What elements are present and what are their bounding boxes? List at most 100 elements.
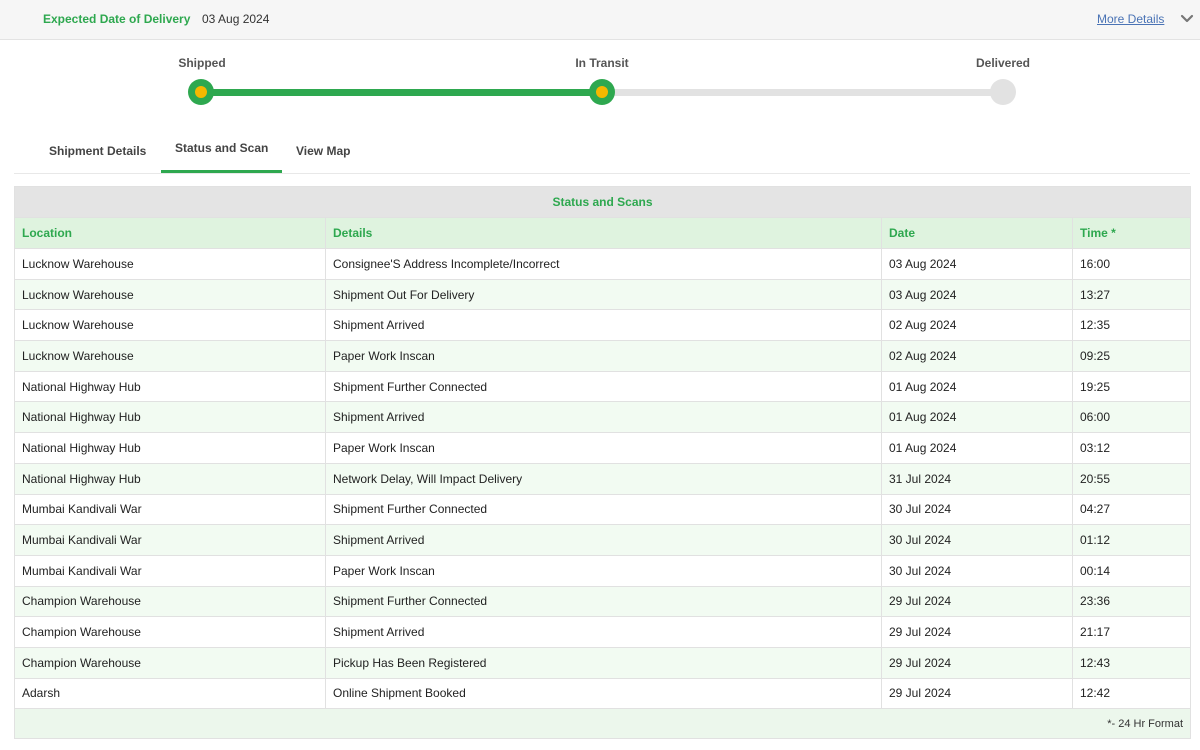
table-row: National Highway Hub Shipment Further Con… [14, 370, 1191, 403]
cell-details: Shipment Arrived [325, 616, 882, 648]
table-footer-row: *- 24 Hr Format [14, 708, 1191, 740]
cell-location: Mumbai Kandivali War [14, 524, 326, 556]
cell-details: Shipment Further Connected [325, 370, 882, 403]
table-row: Mumbai Kandivali War Shipment Further Con… [14, 493, 1191, 526]
cell-details: Shipment Arrived [325, 401, 882, 434]
cell-location: Mumbai Kandivali War [14, 554, 326, 587]
cell-location: National Highway Hub [14, 401, 326, 434]
table-row: Lucknow Warehouse Consignee'S Address Inc… [14, 248, 1191, 280]
cell-location: National Highway Hub [14, 432, 326, 464]
tab-shipment-details[interactable]: Shipment Details [14, 128, 160, 173]
table-body: Lucknow Warehouse Consignee'S Address Inc… [14, 248, 1191, 710]
column-header-location: Location [14, 217, 326, 249]
cell-time: 03:12 [1072, 432, 1191, 464]
cell-details: Shipment Out For Delivery [325, 278, 882, 311]
cell-details: Paper Work Inscan [325, 432, 882, 464]
cell-location: Lucknow Warehouse [14, 278, 326, 311]
cell-time: 06:00 [1072, 401, 1191, 434]
tab-status-and-scan[interactable]: Status and Scan [161, 128, 282, 173]
cell-time: 13:27 [1072, 278, 1191, 311]
stage-label-delivered: Delivered [975, 56, 1031, 70]
cell-time: 19:25 [1072, 370, 1191, 403]
table-row: Mumbai Kandivali War Paper Work Inscan 30 … [14, 554, 1191, 587]
cell-date: 02 Aug 2024 [881, 309, 1073, 342]
cell-date: 29 Jul 2024 [881, 646, 1073, 679]
expected-delivery-date: 03 Aug 2024 [202, 12, 270, 26]
column-header-date: Date [881, 217, 1073, 249]
cell-date: 03 Aug 2024 [881, 278, 1073, 311]
cell-details: Online Shipment Booked [325, 677, 882, 710]
tracking-page: Expected Date of Delivery 03 Aug 2024 Mo… [0, 0, 1200, 750]
table-caption: Status and Scans [14, 186, 1191, 217]
more-details-link[interactable]: More Details [1097, 12, 1164, 26]
cell-date: 30 Jul 2024 [881, 493, 1073, 526]
expected-delivery-label: Expected Date of Delivery [43, 12, 191, 26]
cell-time: 00:14 [1072, 554, 1191, 587]
time-format-note: *- 24 Hr Format [14, 708, 1191, 740]
cell-location: Adarsh [14, 677, 326, 710]
tab-bar: Shipment Details Status and Scan View Ma… [14, 128, 1190, 174]
cell-location: Lucknow Warehouse [14, 309, 326, 342]
cell-date: 01 Aug 2024 [881, 401, 1073, 434]
cell-details: Paper Work Inscan [325, 554, 882, 587]
table-row: National Highway Hub Paper Work Inscan 01 … [14, 432, 1191, 464]
stage-node-in-transit [589, 79, 615, 105]
table-header-row: Location Details Date Time * [14, 217, 1191, 249]
table-row: Mumbai Kandivali War Shipment Arrived 30 J… [14, 524, 1191, 556]
cell-time: 12:43 [1072, 646, 1191, 679]
cell-details: Network Delay, Will Impact Delivery [325, 462, 882, 495]
delivery-summary-bar: Expected Date of Delivery 03 Aug 2024 Mo… [0, 0, 1200, 40]
cell-location: National Highway Hub [14, 370, 326, 403]
tab-label: View Map [296, 144, 351, 158]
cell-details: Shipment Arrived [325, 524, 882, 556]
cell-date: 01 Aug 2024 [881, 370, 1073, 403]
cell-time: 21:17 [1072, 616, 1191, 648]
cell-time: 12:42 [1072, 677, 1191, 710]
cell-date: 02 Aug 2024 [881, 340, 1073, 372]
cell-date: 01 Aug 2024 [881, 432, 1073, 464]
table-row: Lucknow Warehouse Shipment Out For Delive… [14, 278, 1191, 311]
cell-time: 04:27 [1072, 493, 1191, 526]
cell-time: 01:12 [1072, 524, 1191, 556]
stage-node-shipped [188, 79, 214, 105]
cell-date: 31 Jul 2024 [881, 462, 1073, 495]
stage-label-in-transit: In Transit [575, 56, 629, 70]
cell-date: 30 Jul 2024 [881, 554, 1073, 587]
cell-details: Consignee'S Address Incomplete/Incorrect [325, 248, 882, 280]
cell-location: Champion Warehouse [14, 616, 326, 648]
column-header-details: Details [325, 217, 882, 249]
table-row: Lucknow Warehouse Paper Work Inscan 02 Aug… [14, 340, 1191, 372]
cell-date: 29 Jul 2024 [881, 616, 1073, 648]
cell-date: 29 Jul 2024 [881, 585, 1073, 618]
cell-time: 16:00 [1072, 248, 1191, 280]
cell-location: Lucknow Warehouse [14, 248, 326, 280]
status-scans-table: Status and Scans Location Details Date T… [14, 186, 1191, 740]
cell-time: 12:35 [1072, 309, 1191, 342]
tab-label: Shipment Details [49, 144, 147, 158]
table-row: National Highway Hub Network Delay, Will … [14, 462, 1191, 495]
stage-node-delivered [990, 79, 1016, 105]
progress-track-fill [201, 89, 602, 96]
table-row: Lucknow Warehouse Shipment Arrived 02 Aug … [14, 309, 1191, 342]
cell-time: 23:36 [1072, 585, 1191, 618]
cell-location: Champion Warehouse [14, 585, 326, 618]
column-header-time: Time * [1072, 217, 1191, 249]
table-row: Champion Warehouse Pickup Has Been Regist… [14, 646, 1191, 679]
cell-details: Paper Work Inscan [325, 340, 882, 372]
cell-date: 29 Jul 2024 [881, 677, 1073, 710]
table-row: Champion Warehouse Shipment Arrived 29 Jul… [14, 616, 1191, 648]
cell-time: 09:25 [1072, 340, 1191, 372]
tab-view-map[interactable]: View Map [282, 128, 372, 173]
cell-location: Champion Warehouse [14, 646, 326, 679]
cell-date: 03 Aug 2024 [881, 248, 1073, 280]
cell-location: Mumbai Kandivali War [14, 493, 326, 526]
tab-label: Status and Scan [175, 141, 269, 155]
cell-details: Shipment Arrived [325, 309, 882, 342]
chevron-down-icon[interactable] [1179, 12, 1195, 26]
stage-label-shipped: Shipped [178, 56, 226, 70]
cell-time: 20:55 [1072, 462, 1191, 495]
cell-details: Shipment Further Connected [325, 585, 882, 618]
cell-details: Shipment Further Connected [325, 493, 882, 526]
cell-location: Lucknow Warehouse [14, 340, 326, 372]
cell-location: National Highway Hub [14, 462, 326, 495]
